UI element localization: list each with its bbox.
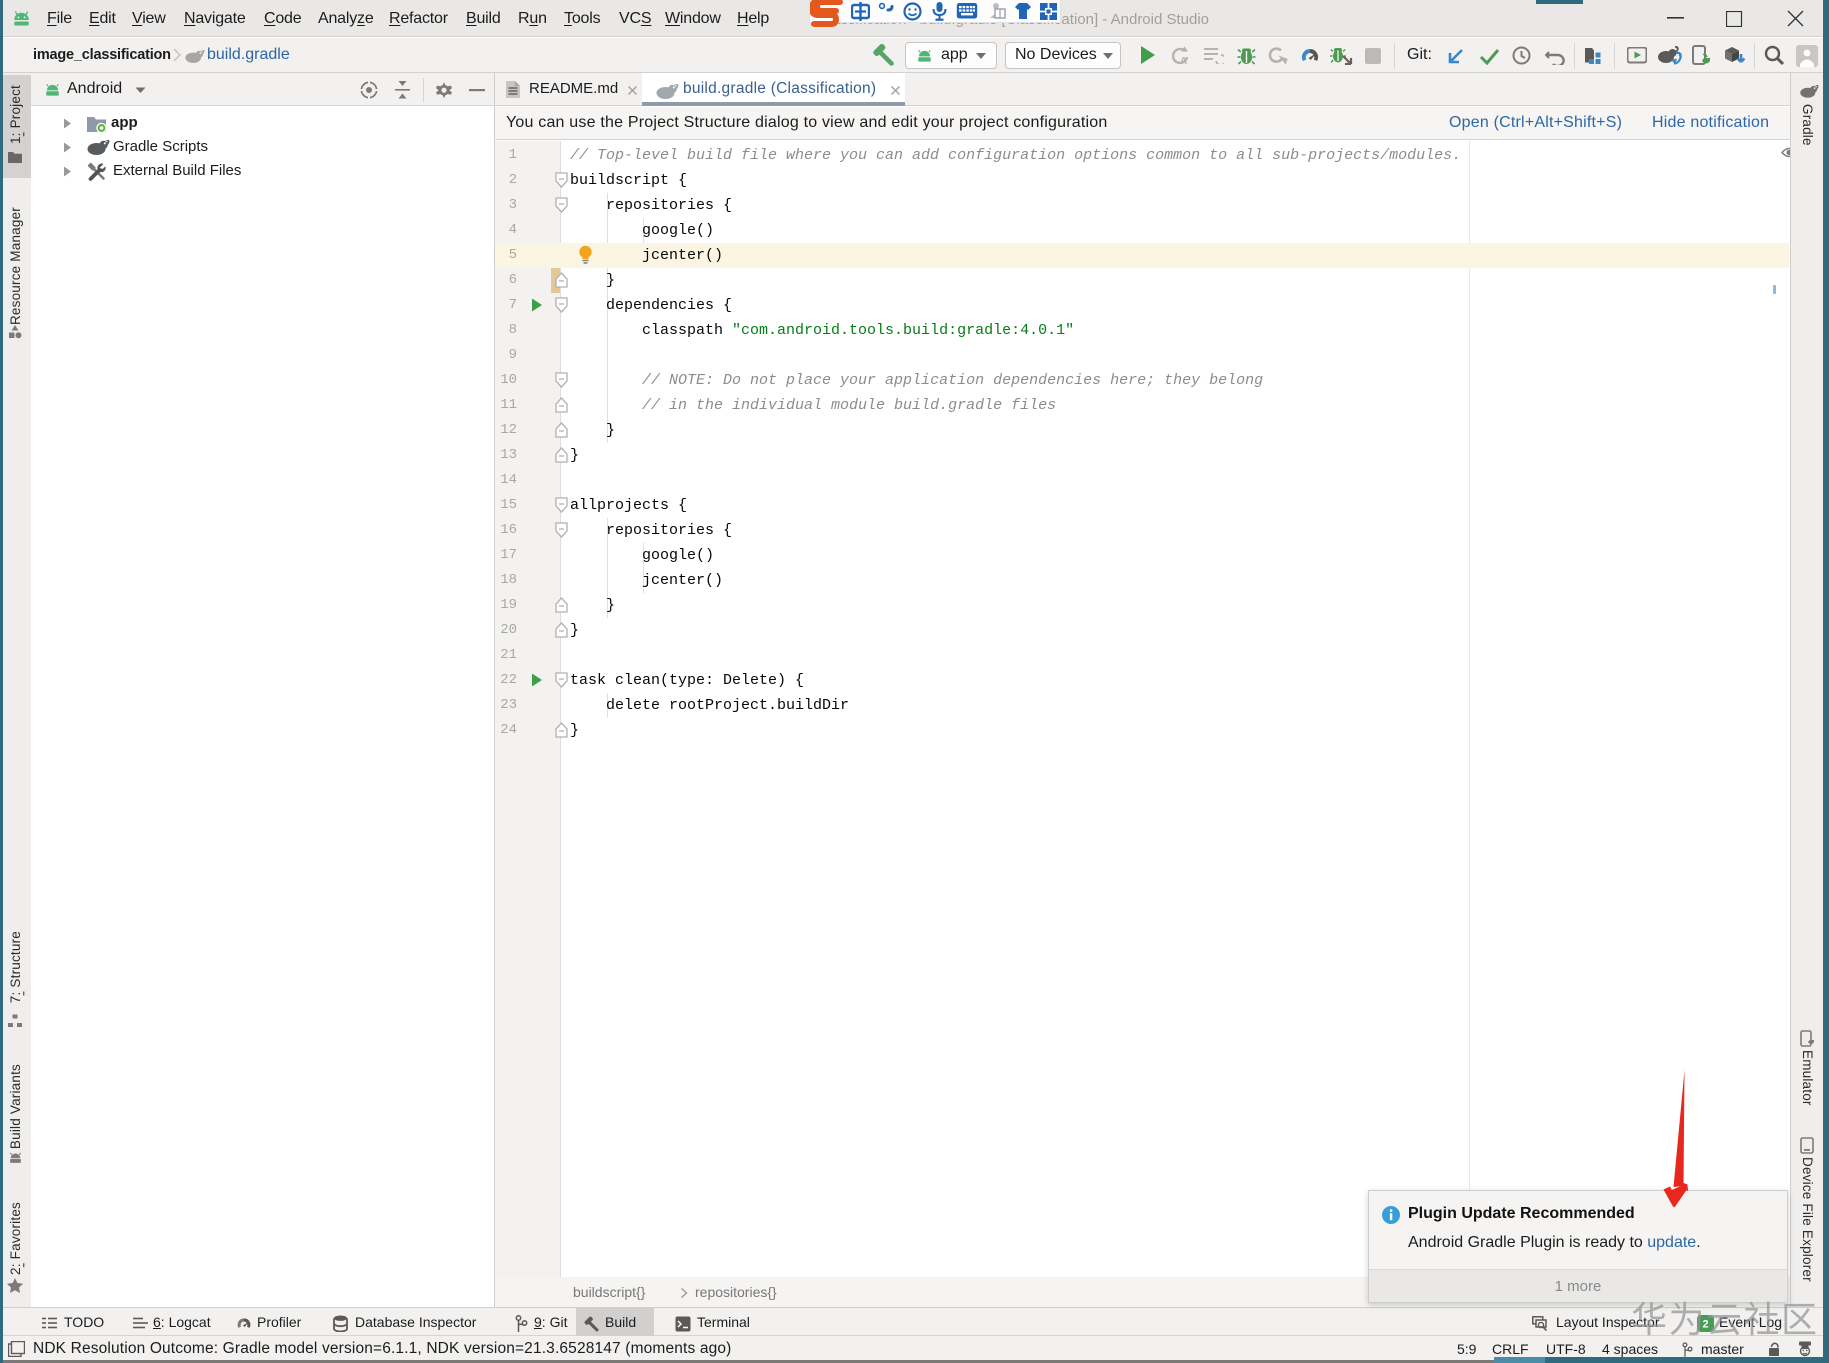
svg-text:A: A [1180,56,1187,65]
